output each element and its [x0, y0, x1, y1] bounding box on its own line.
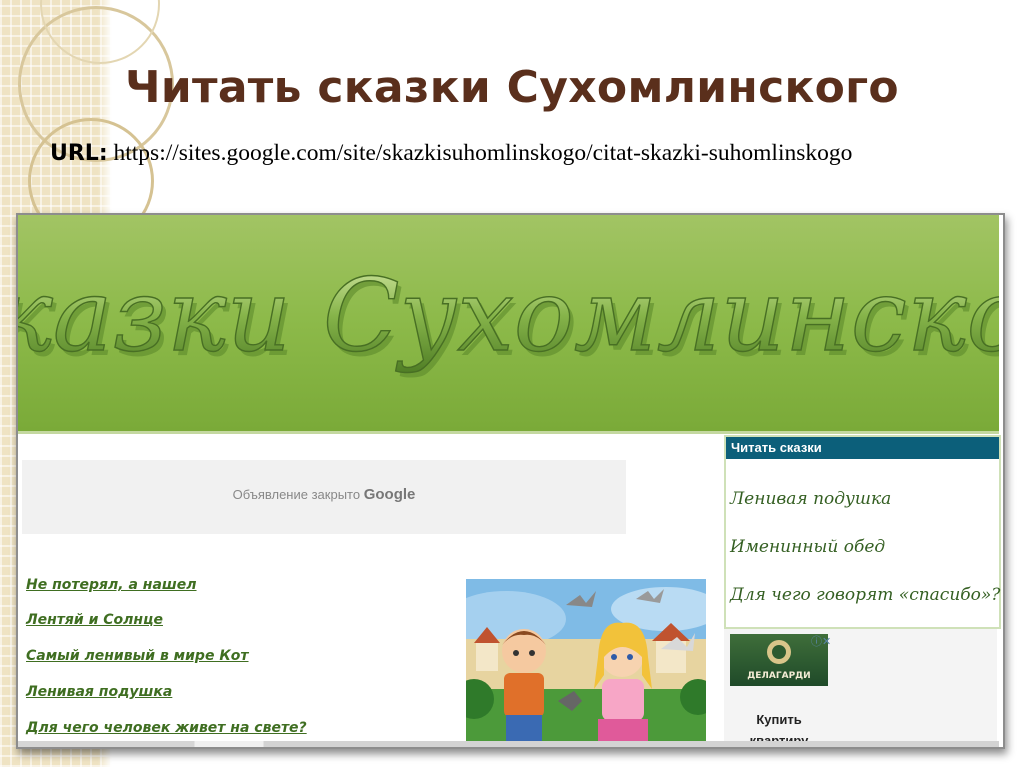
- story-link[interactable]: Не потерял, а нашел: [26, 576, 466, 611]
- story-link[interactable]: Лентяй и Солнце: [26, 611, 466, 647]
- url-link[interactable]: https://sites.google.com/site/skazkisuho…: [114, 140, 853, 166]
- story-link[interactable]: Ленивая подушка: [26, 683, 466, 719]
- ad-closed-text: Объявление закрыто: [232, 487, 361, 502]
- sidebar-story-link[interactable]: Для чего говорят «спасибо»?: [730, 585, 1000, 605]
- site-banner: Сказки Сухомлинского Сказки Сухомлинског…: [18, 215, 999, 434]
- url-line: URL: https://sites.google.com/site/skazk…: [50, 140, 1020, 167]
- banner-title-graphic: Сказки Сухомлинского Сказки Сухомлинског…: [18, 256, 999, 379]
- google-logo-icon: Google: [363, 486, 416, 503]
- url-label: URL:: [50, 141, 108, 166]
- website-screenshot: Сказки Сухомлинского Сказки Сухомлинског…: [16, 213, 1005, 749]
- sidebar-advertisement[interactable]: ДЕЛАГАРДИ ⓘ✕ Купить квартиру: [724, 629, 997, 747]
- close-icon[interactable]: ⓘ✕: [811, 633, 831, 649]
- ad-logo-text: ДЕЛАГАРДИ: [747, 671, 810, 681]
- story-link-list: Не потерял, а нашел Лентяй и Солнце Самы…: [26, 576, 466, 747]
- closed-ad-box: Объявление закрыто Google: [22, 460, 626, 534]
- slide-title: Читать сказки Сухомлинского: [125, 62, 899, 113]
- story-link[interactable]: Самый ленивый в мире Кот: [26, 647, 466, 683]
- children-illustration: [466, 579, 706, 747]
- banner-title: Сказки Сухомлинского: [18, 257, 999, 374]
- sidebar-story-link[interactable]: Ленивая подушка: [730, 489, 891, 509]
- sidebar-story-link[interactable]: Именинный обед: [730, 537, 885, 557]
- sidebar-heading: Читать сказки: [726, 437, 999, 459]
- taskbar-strip: [18, 741, 999, 747]
- sidebar-read-stories: Читать сказки Ленивая подушка Именинный …: [724, 435, 1001, 629]
